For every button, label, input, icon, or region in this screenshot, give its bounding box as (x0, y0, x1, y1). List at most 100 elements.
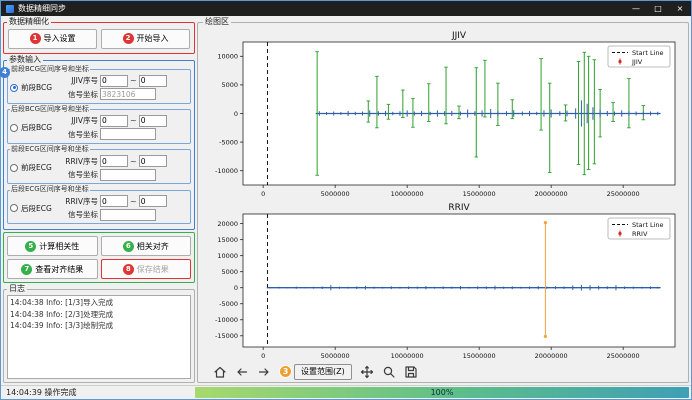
log-group: 日志 14:04:38 Info: [1/3]导入完成 14:04:38 Inf… (3, 285, 195, 383)
rear-bcg-coord-input[interactable] (100, 128, 156, 140)
svg-text:-10000: -10000 (215, 316, 238, 324)
chart-canvas: RRIV050000001000000015000000200000002500… (203, 199, 683, 361)
front-ecg-seq-from-input[interactable] (100, 155, 128, 167)
rear-bcg-seq-label: JJIV序号 (58, 115, 98, 126)
subgroup-rear-bcg: 后段BCG区间序号和坐标 后段BCG JJIV序号 ~ 信号坐 (7, 106, 191, 144)
rear-ecg-radio[interactable] (10, 204, 18, 212)
svg-text:-10000: -10000 (215, 167, 238, 175)
log-group-label: 日志 (7, 285, 27, 294)
front-ecg-seq-label: RRIV序号 (58, 156, 98, 167)
progress-label: 100% (431, 388, 454, 397)
chart-jjiv[interactable]: JJIV050000001000000015000000200000002500… (203, 27, 683, 199)
front-bcg-coord-input[interactable] (100, 88, 156, 100)
titlebar: 数据精细同步 — □ × (1, 1, 691, 16)
front-bcg-radio[interactable] (10, 84, 18, 92)
compute-correlation-label: 计算相关性 (39, 241, 79, 252)
svg-text:5000000: 5000000 (321, 190, 350, 198)
tilde-separator: ~ (130, 116, 137, 125)
front-bcg-seq-from-input[interactable] (100, 75, 128, 87)
front-ecg-radio[interactable] (10, 164, 18, 172)
statusbar: 14:04:39 操作完成 100% (1, 385, 691, 399)
svg-text:0: 0 (234, 110, 238, 118)
step-badge-8: 8 (123, 264, 134, 275)
pan-icon[interactable] (360, 365, 374, 379)
rear-ecg-seq-label: RRIV序号 (58, 196, 98, 207)
app-window: 数据精细同步 — □ × 数据精细化 1 导入设置 2 开始导入 (0, 0, 692, 400)
action-group: 5 计算相关性 6 相关对齐 7 查看对齐结果 8 保存结果 (3, 232, 195, 283)
svg-text:Start Line: Start Line (632, 221, 664, 229)
svg-text:15000: 15000 (217, 236, 238, 244)
svg-text:10000: 10000 (217, 52, 238, 60)
params-group-label: 参数输入 (7, 56, 43, 65)
rear-ecg-seq-to-input[interactable] (139, 195, 167, 207)
svg-text:0: 0 (261, 190, 265, 198)
svg-text:5000: 5000 (221, 268, 238, 276)
step-badge-7: 7 (21, 264, 32, 275)
front-bcg-radio-label: 前段BCG (21, 82, 52, 93)
front-bcg-coord-label: 信号坐标 (58, 89, 98, 100)
window-controls: — □ × (625, 1, 691, 16)
rear-ecg-seq-from-input[interactable] (100, 195, 128, 207)
svg-text:0: 0 (261, 352, 265, 360)
close-button[interactable]: × (669, 1, 691, 16)
left-panel: 数据精细化 1 导入设置 2 开始导入 参数输入 4 前段BCG区间序号和坐标 (3, 18, 195, 383)
zoom-icon[interactable] (382, 365, 396, 379)
subgroup-front-bcg: 前段BCG区间序号和坐标 前段BCG JJIV序号 ~ 信号坐 (7, 66, 191, 104)
log-entry: 14:04:38 Info: [2/3]处理完成 (10, 309, 188, 321)
front-ecg-seq-to-input[interactable] (139, 155, 167, 167)
svg-text:RRIV: RRIV (632, 230, 648, 238)
chart-rriv[interactable]: RRIV050000001000000015000000200000002500… (203, 199, 683, 361)
view-align-result-button[interactable]: 7 查看对齐结果 (7, 259, 98, 279)
forward-icon[interactable] (257, 365, 271, 379)
svg-text:Start Line: Start Line (632, 49, 664, 57)
svg-text:JJIV: JJIV (631, 58, 643, 66)
params-group: 参数输入 4 前段BCG区间序号和坐标 前段BCG JJIV序号 ~ (3, 56, 195, 231)
progress-bar: 100% (195, 387, 689, 398)
rear-bcg-seq-to-input[interactable] (139, 115, 167, 127)
app-icon (6, 5, 14, 13)
subgroup-front-ecg: 前段ECG区间序号和坐标 前段ECG RRIV序号 ~ 信号坐 (7, 146, 191, 184)
home-icon[interactable] (213, 365, 227, 379)
svg-text:JJIV: JJIV (451, 31, 467, 41)
correlation-align-button[interactable]: 6 相关对齐 (101, 236, 192, 256)
rear-ecg-coord-input[interactable] (100, 209, 156, 221)
step-badge-4: 4 (0, 67, 10, 78)
set-range-button[interactable]: 设置范围(Z) (294, 364, 352, 380)
svg-text:5000000: 5000000 (321, 352, 350, 360)
save-icon[interactable] (404, 365, 418, 379)
subgroup-front-bcg-title: 前段BCG区间序号和坐标 (10, 66, 90, 74)
svg-text:20000: 20000 (217, 220, 238, 228)
svg-text:-5000: -5000 (219, 300, 238, 308)
svg-text:10000000: 10000000 (391, 352, 424, 360)
step-badge-2: 2 (123, 33, 134, 44)
svg-text:25000000: 25000000 (607, 190, 640, 198)
import-settings-label: 导入设置 (44, 33, 76, 44)
back-icon[interactable] (235, 365, 249, 379)
log-list[interactable]: 14:04:38 Info: [1/3]导入完成 14:04:38 Info: … (7, 295, 191, 379)
start-import-label: 开始导入 (137, 33, 169, 44)
front-bcg-seq-to-input[interactable] (139, 75, 167, 87)
start-import-button[interactable]: 2 开始导入 (101, 29, 190, 49)
front-ecg-radio-label: 前段ECG (21, 162, 52, 173)
plot-toolbar: 3 设置范围(Z) (203, 361, 683, 383)
window-title: 数据精细同步 (18, 3, 66, 14)
front-ecg-coord-input[interactable] (100, 169, 156, 181)
compute-correlation-button[interactable]: 5 计算相关性 (7, 236, 98, 256)
rear-bcg-radio[interactable] (10, 124, 18, 132)
correlation-align-label: 相关对齐 (137, 241, 169, 252)
rear-ecg-radio-label: 后段ECG (21, 203, 52, 214)
step-badge-6: 6 (123, 241, 134, 252)
svg-text:20000000: 20000000 (535, 352, 568, 360)
minimize-button[interactable]: — (625, 1, 647, 16)
svg-text:20000000: 20000000 (535, 190, 568, 198)
chart-canvas: JJIV050000001000000015000000200000002500… (203, 27, 683, 199)
import-settings-button[interactable]: 1 导入设置 (8, 29, 97, 49)
maximize-button[interactable]: □ (647, 1, 669, 16)
tilde-separator: ~ (130, 197, 137, 206)
svg-text:10000000: 10000000 (391, 190, 424, 198)
save-result-button[interactable]: 8 保存结果 (101, 259, 192, 279)
subgroup-front-ecg-title: 前段ECG区间序号和坐标 (10, 146, 90, 154)
subgroup-rear-bcg-title: 后段BCG区间序号和坐标 (10, 106, 90, 114)
save-result-label: 保存结果 (137, 264, 169, 275)
rear-bcg-seq-from-input[interactable] (100, 115, 128, 127)
